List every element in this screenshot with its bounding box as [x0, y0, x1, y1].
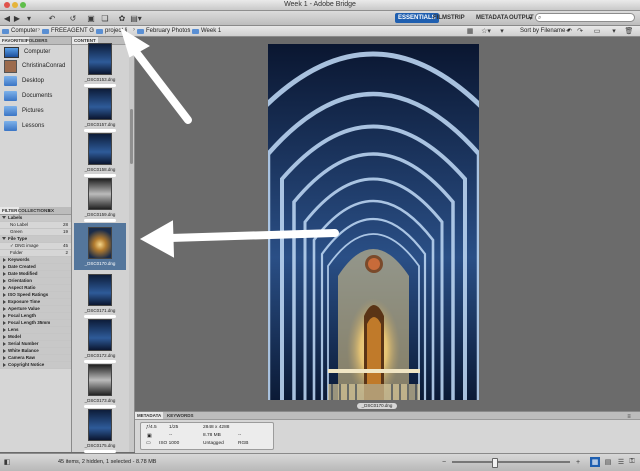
arrow-selection-shaft: [166, 229, 339, 242]
arrow-toolbar-shaft: [132, 48, 192, 124]
arrow-selection-head: [139, 220, 175, 258]
annotation-arrows: [120, 27, 339, 258]
arrow-toolbar-head: [120, 27, 150, 58]
